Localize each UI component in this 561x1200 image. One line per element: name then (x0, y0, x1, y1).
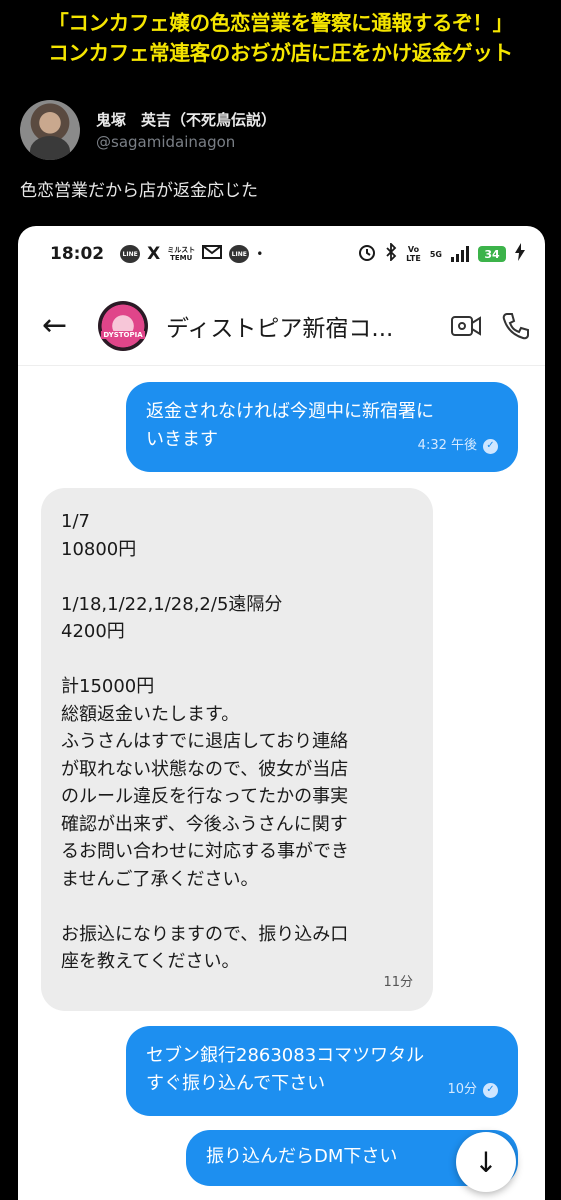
message-bubble-incoming[interactable]: 1/7 10800円 1/18,1/22,1/28,2/5遠隔分 4200円 計… (41, 488, 433, 1011)
headline-line-2: コンカフェ常連客のおぢが店に圧をかけ返金ゲット (48, 41, 513, 65)
network-type: 5G (429, 249, 442, 259)
tweet-text: 色恋営業だから店が返金応じた (20, 181, 258, 201)
line-app-icon-2: LINE (229, 245, 250, 263)
display-name[interactable]: 鬼塚 英吉（不死鳥伝説） (96, 109, 276, 130)
alarm-icon (358, 243, 376, 265)
message-bubble-outgoing[interactable]: 返金されなければ今週中に新宿署に いきます 4:32 午後 ✓ (126, 382, 518, 472)
volte-icon: Vo LTE (406, 245, 421, 263)
chat-header: ← DYSTOPIA ディストピア新宿コ... (18, 286, 545, 366)
message-bubble-outgoing[interactable]: セブン銀行2863083コマツワタル すぐ振り込んで下さい 10分 ✓ (126, 1026, 518, 1116)
read-check-icon: ✓ (483, 1082, 498, 1098)
bluetooth-icon (385, 241, 397, 265)
message-text: 振り込んだらDM下さい (206, 1146, 398, 1167)
x-app-icon: X (147, 244, 161, 264)
headline: 「コンカフェ嬢の色恋営業を警察に通報するぞ！」 コンカフェ常連客のおぢが店に圧を… (0, 8, 561, 68)
avatar[interactable] (20, 100, 80, 160)
back-arrow-icon[interactable]: ← (42, 310, 78, 341)
line-app-icon: LINE (120, 245, 141, 263)
message-time: 4:32 午後 (417, 438, 477, 453)
status-bar: 18:02 LINE X ミルスト TEMU LINE • Vo LTE 5G … (18, 226, 545, 282)
message-time: 10分 (447, 1082, 477, 1097)
message-text: セブン銀行2863083コマツワタル すぐ振り込んで下さい (146, 1045, 425, 1094)
tweet-author[interactable]: 鬼塚 英吉（不死鳥伝説） @sagamidainagon (20, 100, 276, 160)
chat-screenshot: 18:02 LINE X ミルスト TEMU LINE • Vo LTE 5G … (18, 226, 545, 1200)
arrow-down-icon: ↓ (474, 1145, 498, 1179)
read-check-icon: ✓ (483, 438, 498, 454)
status-time: 18:02 (50, 244, 105, 264)
contact-avatar[interactable]: DYSTOPIA (98, 300, 148, 351)
contact-avatar-label: DYSTOPIA (101, 330, 145, 339)
more-notifications-dot: • (256, 247, 264, 261)
charging-icon (515, 243, 525, 265)
mail-icon (202, 244, 223, 264)
user-handle[interactable]: @sagamidainagon (96, 133, 276, 151)
message-time: 11分 (383, 975, 413, 990)
video-call-icon[interactable] (451, 313, 481, 339)
signal-icon (451, 246, 469, 262)
voice-call-icon[interactable] (501, 311, 531, 341)
temu-app-icon: ミルスト TEMU (167, 246, 196, 262)
headline-line-1: 「コンカフェ嬢の色恋営業を警察に通報するぞ！」 (48, 11, 513, 35)
battery-icon: 34 (478, 246, 506, 262)
contact-name[interactable]: ディストピア新宿コ... (166, 309, 406, 343)
scroll-to-bottom-button[interactable]: ↓ (456, 1132, 516, 1192)
message-text: 1/7 10800円 1/18,1/22,1/28,2/5遠隔分 4200円 計… (61, 511, 349, 972)
